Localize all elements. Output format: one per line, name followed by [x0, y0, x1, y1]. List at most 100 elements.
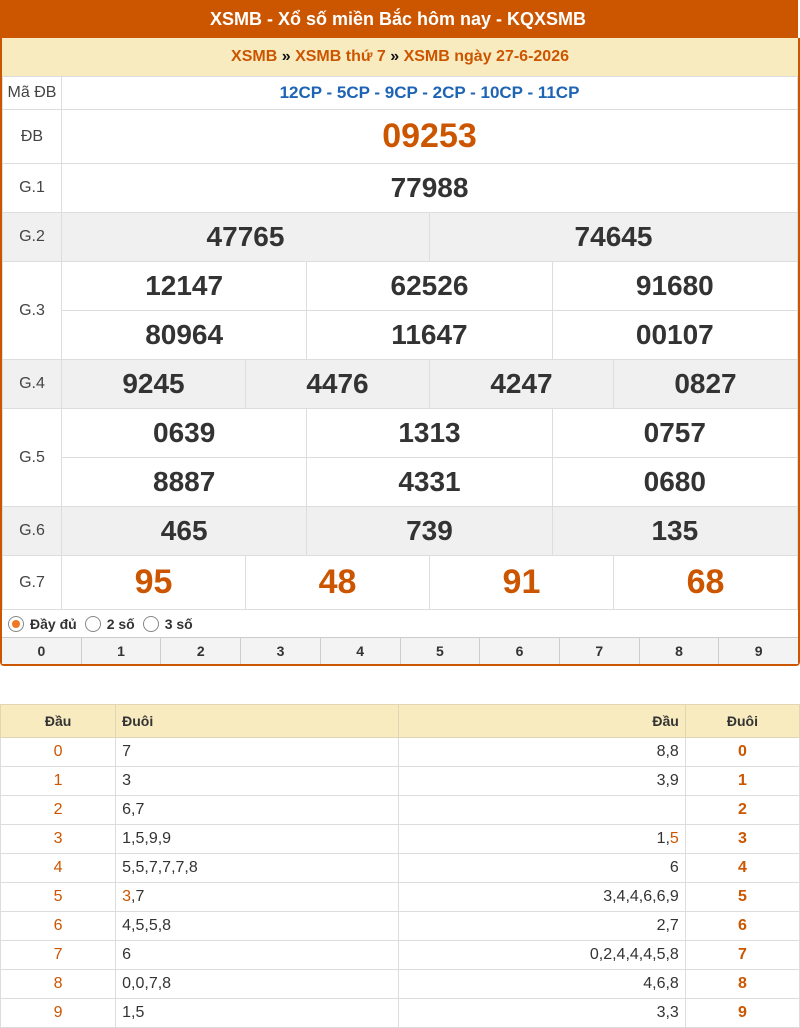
loto-dau: 7 — [0, 940, 117, 970]
loto-duoi: 7 — [115, 737, 400, 767]
table-row: 8 0,0,7,8 4,6,8 8 — [0, 969, 800, 999]
highlight-digit: 3 — [122, 888, 132, 905]
table-row: 4 5,5,7,7,7,8 6 4 — [0, 853, 800, 883]
loto-dau: 8 — [0, 969, 117, 999]
loto-dau: 9 — [0, 998, 117, 1028]
prize-g7-label: G.7 — [2, 555, 62, 610]
prize-g7-value: 48 — [244, 555, 430, 610]
table-row: 7 6 0,2,4,4,4,5,8 7 — [0, 940, 800, 970]
prize-g6-label: G.6 — [2, 506, 62, 556]
results-box: XSMB » XSMB thứ 7 » XSMB ngày 27-6-2026 … — [0, 38, 800, 666]
radio-full[interactable] — [8, 615, 24, 632]
prize-g7-value: 95 — [61, 555, 246, 610]
loto-header-duoi: Đuôi — [115, 704, 400, 738]
breadcrumb-link-date[interactable]: XSMB ngày 27-6-2026 — [404, 48, 569, 65]
loto-dau-right: 3,3 — [398, 998, 686, 1028]
highlight-digit: 5 — [669, 830, 679, 847]
loto-dau-right: 3,4,4,6,6,9 — [398, 882, 686, 912]
digit-button[interactable]: 5 — [399, 638, 480, 664]
prize-g2-value: 47765 — [61, 212, 430, 262]
breadcrumb-link-weekday[interactable]: XSMB thứ 7 — [295, 48, 386, 65]
digit-button[interactable]: 2 — [160, 638, 240, 664]
digit-button[interactable]: 9 — [718, 638, 798, 664]
table-row: 6 4,5,5,8 2,7 6 — [0, 911, 800, 941]
loto-duoi-right: 7 — [684, 940, 800, 970]
table-row: 9 1,5 3,3 9 — [0, 998, 800, 1028]
madb-value: 12CP - 5CP - 9CP - 2CP - 10CP - 11CP — [61, 76, 798, 110]
loto-duoi: 6,7 — [115, 795, 400, 825]
loto-duoi: 6 — [115, 940, 400, 970]
radio-three-digits-label[interactable]: 3 số — [165, 616, 193, 632]
loto-duoi-right: 3 — [684, 824, 800, 854]
digit-button[interactable]: 4 — [319, 638, 400, 664]
loto-dau: 4 — [0, 853, 117, 883]
digit-button[interactable]: 6 — [479, 638, 559, 664]
prize-g3-value: 62526 — [306, 261, 553, 311]
digit-highlight-bar: 0 1 2 3 4 5 6 7 8 9 — [2, 637, 798, 664]
loto-dau-right: 6 — [398, 853, 686, 883]
radio-full-label[interactable]: Đầy đủ — [30, 616, 77, 632]
loto-duoi-right: 8 — [684, 969, 800, 999]
breadcrumb-sep: » — [390, 48, 400, 65]
loto-dau-right: 0,2,4,4,4,5,8 — [398, 940, 686, 970]
loto-dau: 3 — [0, 824, 117, 854]
prize-db-label: ĐB — [2, 109, 62, 164]
prize-g3-value: 00107 — [551, 310, 799, 360]
digit-button[interactable]: 8 — [638, 638, 719, 664]
loto-dau: 0 — [0, 737, 117, 767]
page-header: XSMB - Xổ số miền Bắc hôm nay - KQXSMB — [0, 0, 798, 38]
prize-g2-label: G.2 — [2, 212, 62, 262]
prize-g5-label: G.5 — [2, 408, 62, 507]
loto-duoi-right: 0 — [684, 737, 800, 767]
loto-duoi: 3,7 — [115, 882, 400, 912]
prize-g3-value: 91680 — [551, 261, 799, 311]
digit-button[interactable]: 7 — [558, 638, 639, 664]
table-row: 1 3 3,9 1 — [0, 766, 800, 796]
breadcrumb-link-xsmb[interactable]: XSMB — [231, 48, 277, 65]
loto-duoi-right: 4 — [684, 853, 800, 883]
loto-duoi-right: 2 — [684, 795, 800, 825]
display-options: Đầy đủ 2 số 3 số — [2, 610, 798, 637]
madb-label: Mã ĐB — [2, 76, 62, 110]
prize-g5-value: 8887 — [60, 457, 308, 507]
prize-g5-value: 1313 — [306, 408, 553, 458]
loto-duoi: 1,5 — [115, 998, 400, 1028]
table-row: 2 6,7 2 — [0, 795, 800, 825]
radio-two-digits-label[interactable]: 2 số — [107, 616, 135, 632]
loto-header-duoi: Đuôi — [684, 704, 800, 738]
prize-g3-value: 12147 — [60, 261, 308, 311]
radio-three-digits[interactable] — [142, 615, 159, 632]
prize-g7-value: 91 — [428, 555, 614, 610]
digit-button[interactable]: 3 — [240, 638, 320, 664]
loto-duoi: 1,5,9,9 — [115, 824, 400, 854]
table-row: 3 1,5,9,9 1,5 3 — [0, 824, 800, 854]
prize-g6-value: 465 — [60, 506, 308, 556]
loto-duoi-right: 1 — [684, 766, 800, 796]
radio-two-digits[interactable] — [84, 615, 101, 632]
prize-g4-value: 4476 — [244, 359, 430, 409]
table-row: 5 3,7 3,4,4,6,6,9 5 — [0, 882, 800, 912]
loto-dau-right: 2,7 — [398, 911, 686, 941]
loto-duoi-right: 6 — [684, 911, 800, 941]
digit-button[interactable]: 1 — [80, 638, 161, 664]
table-row: 0 7 8,8 0 — [0, 737, 800, 767]
loto-dau-right — [398, 795, 686, 825]
prize-db-value: 09253 — [61, 109, 798, 164]
loto-duoi: 5,5,7,7,7,8 — [115, 853, 400, 883]
loto-duoi: 0,0,7,8 — [115, 969, 400, 999]
prize-g1-label: G.1 — [2, 163, 62, 213]
digit-button[interactable]: 0 — [2, 638, 81, 664]
loto-dau-right: 1,5 — [398, 824, 686, 854]
loto-dau-right: 8,8 — [398, 737, 686, 767]
breadcrumb-sep: » — [281, 48, 291, 65]
loto-header-dau: Đầu — [398, 704, 686, 738]
prize-g5-value: 0757 — [551, 408, 799, 458]
prize-g5-value: 4331 — [306, 457, 553, 507]
prize-g6-value: 739 — [306, 506, 553, 556]
prize-g1-value: 77988 — [61, 163, 798, 213]
loto-body: 0 7 8,8 0 1 3 3,9 1 2 6,7 2 3 1,5,9,9 1,5 3 4 5,5,7,7,7,… — [0, 737, 800, 1028]
loto-dau: 1 — [0, 766, 117, 796]
loto-dau: 5 — [0, 882, 117, 912]
loto-duoi-right: 5 — [684, 882, 800, 912]
prize-g4-label: G.4 — [2, 359, 62, 409]
